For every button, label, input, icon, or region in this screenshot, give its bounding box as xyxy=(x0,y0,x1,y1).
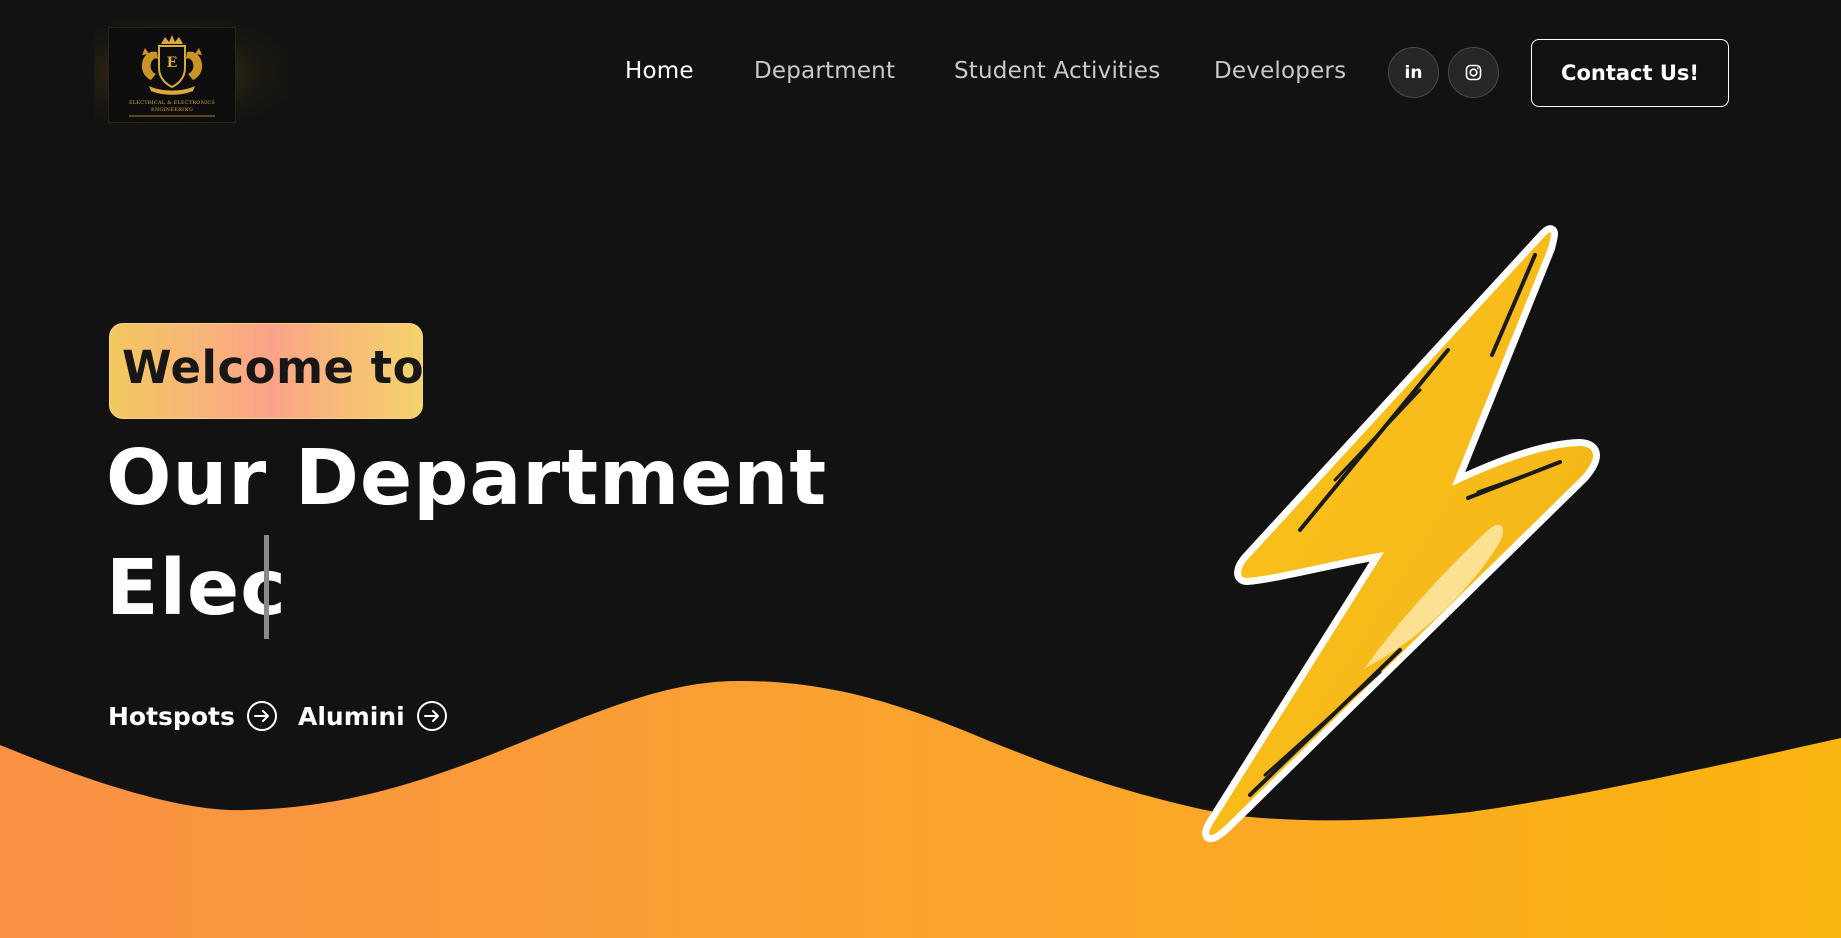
lightning-bolt-icon xyxy=(1202,225,1600,843)
page: E ELECTRICAL & ELECTRONICS ENGINEERING H… xyxy=(0,0,1841,938)
